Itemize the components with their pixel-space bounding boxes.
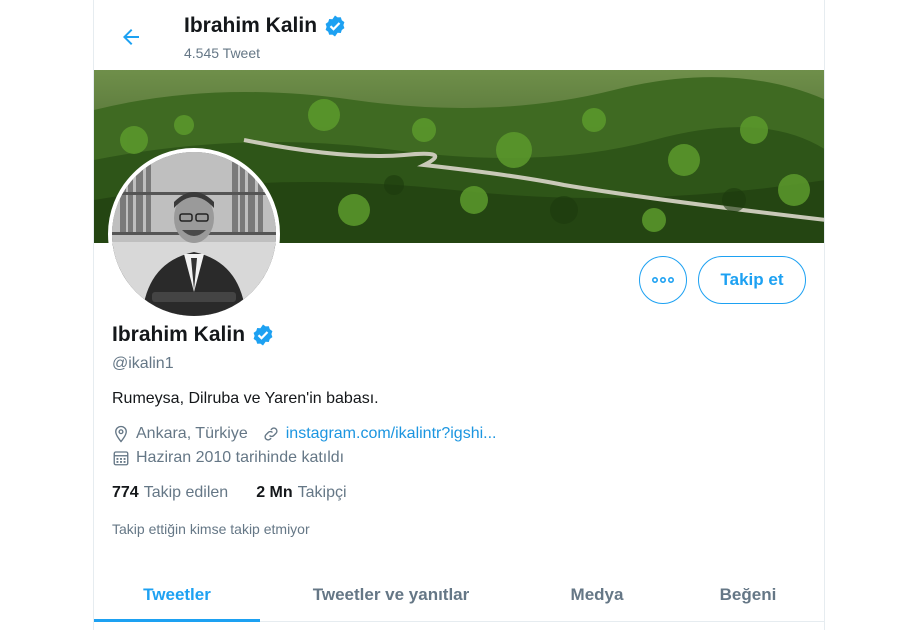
tab-tweets-and-replies[interactable]: Tweetler ve yanıtlar bbox=[260, 568, 522, 621]
arrow-left-icon bbox=[123, 29, 139, 45]
follow-button[interactable]: Takip et bbox=[698, 256, 806, 304]
profile-name: Ibrahim Kalin bbox=[112, 323, 246, 346]
profile-meta-row: Ankara, Türkiye instagram.com/ikalintr?i… bbox=[112, 425, 511, 443]
followers-label: Takipçi bbox=[297, 484, 347, 501]
profile-handle: @ikalin1 bbox=[112, 355, 174, 372]
follow-stats: 774 Takip edilen 2 Mn Takipçi bbox=[112, 484, 375, 502]
header-name: Ibrahim Kalin bbox=[184, 14, 318, 37]
header-name-block: Ibrahim Kalin bbox=[184, 14, 347, 38]
more-horizontal-icon bbox=[652, 276, 674, 284]
joined-item: Haziran 2010 tarihinde katıldı bbox=[112, 449, 344, 467]
more-options-button[interactable] bbox=[639, 256, 687, 304]
following-count: 774 bbox=[112, 484, 139, 501]
profile-bio: Rumeysa, Dilruba ve Yaren'in babası. bbox=[112, 390, 379, 407]
profile-joined-row: Haziran 2010 tarihinde katıldı bbox=[112, 449, 358, 467]
tab-media[interactable]: Medya bbox=[522, 568, 672, 621]
top-bar: Ibrahim Kalin 4.545 Tweet bbox=[94, 0, 824, 70]
verified-badge-icon bbox=[253, 324, 273, 346]
calendar-icon bbox=[113, 451, 129, 466]
mutual-followers-note: Takip ettiğin kimse takip etmiyor bbox=[112, 521, 310, 537]
followers-stat[interactable]: 2 Mn Takipçi bbox=[256, 484, 346, 502]
website-item: instagram.com/ikalintr?igshi... bbox=[262, 425, 497, 443]
website-link[interactable]: instagram.com/ikalintr?igshi... bbox=[286, 425, 497, 443]
profile-tabs: Tweetler Tweetler ve yanıtlar Medya Beğe… bbox=[94, 568, 824, 622]
profile-page: Ibrahim Kalin 4.545 Tweet Takip et Ibrah… bbox=[93, 0, 825, 630]
location-item: Ankara, Türkiye bbox=[112, 425, 248, 443]
following-stat[interactable]: 774 Takip edilen bbox=[112, 484, 228, 502]
joined-text: Haziran 2010 tarihinde katıldı bbox=[136, 449, 345, 466]
tab-tweets[interactable]: Tweetler bbox=[94, 568, 260, 622]
profile-avatar[interactable] bbox=[108, 148, 280, 320]
back-button[interactable] bbox=[114, 20, 148, 54]
followers-count: 2 Mn bbox=[256, 484, 293, 501]
profile-name-block: Ibrahim Kalin bbox=[112, 323, 275, 347]
tab-likes[interactable]: Beğeni bbox=[672, 568, 824, 621]
tweet-count: 4.545 Tweet bbox=[184, 45, 261, 61]
following-label: Takip edilen bbox=[143, 484, 229, 501]
location-text: Ankara, Türkiye bbox=[136, 425, 248, 442]
link-icon bbox=[264, 427, 278, 441]
location-pin-icon bbox=[115, 425, 127, 443]
verified-badge-icon bbox=[325, 15, 345, 37]
